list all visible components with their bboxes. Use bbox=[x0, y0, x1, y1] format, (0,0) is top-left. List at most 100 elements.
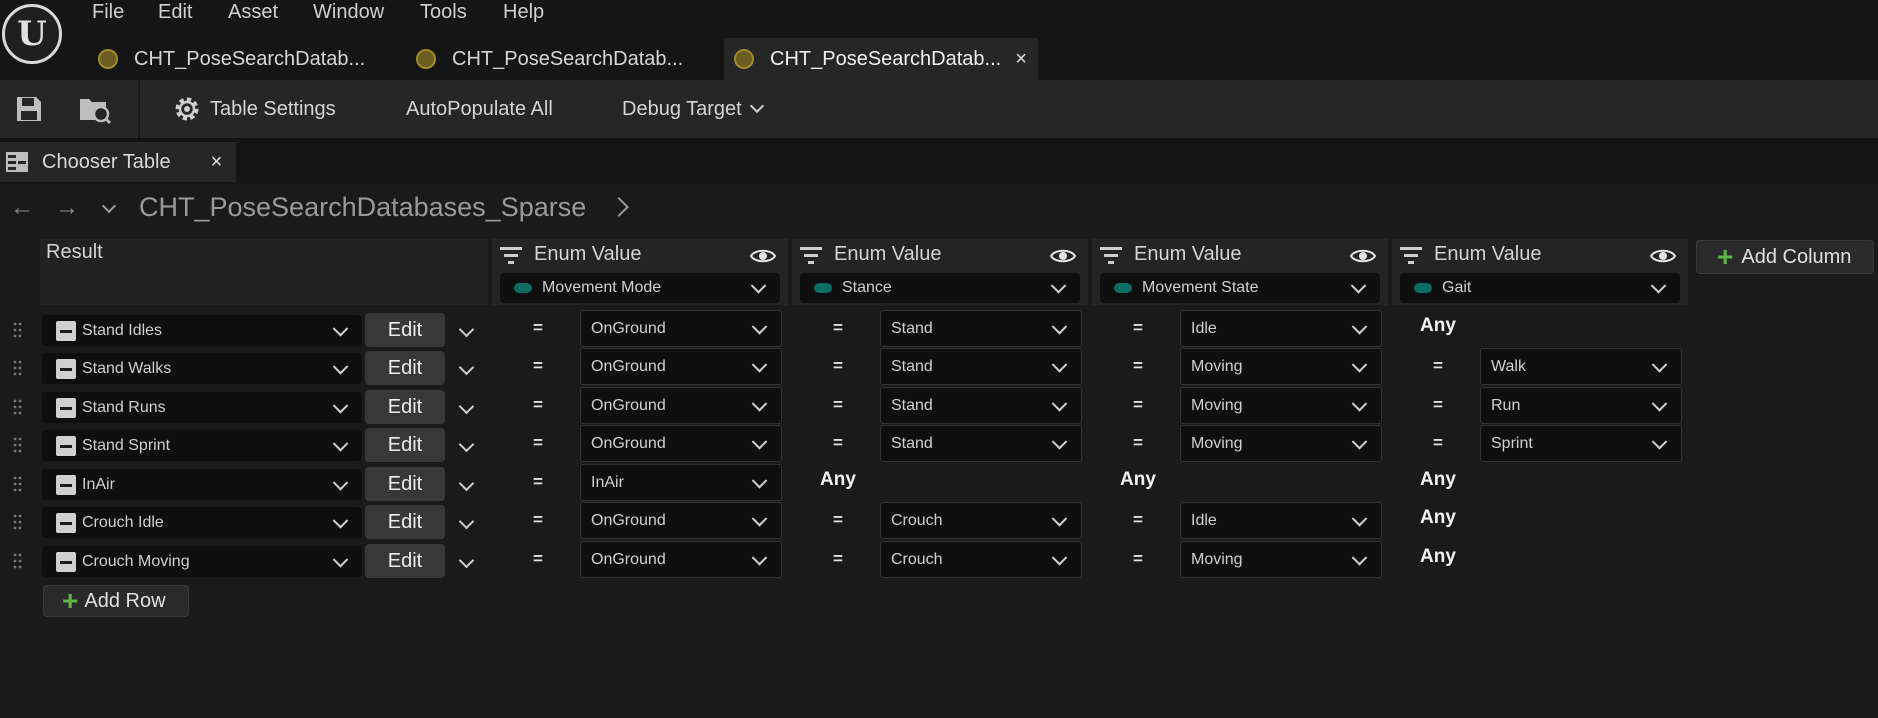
enum-value-select[interactable]: Moving bbox=[1180, 541, 1382, 578]
drag-handle-icon[interactable] bbox=[13, 359, 23, 379]
add-row-button[interactable]: + Add Row bbox=[43, 585, 189, 617]
result-asset-select[interactable]: Stand Runs bbox=[42, 392, 362, 423]
edit-button[interactable]: Edit bbox=[365, 505, 445, 539]
edit-button[interactable]: Edit bbox=[365, 467, 445, 501]
result-asset-select[interactable]: Stand Walks bbox=[42, 353, 362, 384]
any-value[interactable]: Any bbox=[1420, 315, 1456, 337]
edit-button[interactable]: Edit bbox=[365, 390, 445, 424]
edit-button[interactable]: Edit bbox=[365, 428, 445, 462]
drag-handle-icon[interactable] bbox=[13, 475, 23, 495]
enum-value-select[interactable]: OnGround bbox=[580, 310, 782, 347]
row-expand-chevron-icon[interactable] bbox=[458, 436, 475, 453]
eye-icon[interactable] bbox=[750, 247, 776, 265]
equals-operator[interactable]: = bbox=[828, 433, 848, 453]
enum-value-select[interactable]: Stand bbox=[880, 310, 1082, 347]
any-value[interactable]: Any bbox=[1420, 546, 1456, 568]
equals-operator[interactable]: = bbox=[1428, 356, 1448, 376]
menu-tools[interactable]: Tools bbox=[420, 0, 467, 26]
enum-value-select[interactable]: Idle bbox=[1180, 502, 1382, 539]
eye-icon[interactable] bbox=[1350, 247, 1376, 265]
row-expand-chevron-icon[interactable] bbox=[458, 552, 475, 569]
result-asset-select[interactable]: Crouch Moving bbox=[42, 546, 362, 577]
enum-value-select[interactable]: Stand bbox=[880, 387, 1082, 424]
equals-operator[interactable]: = bbox=[1428, 395, 1448, 415]
enum-value-select[interactable]: Moving bbox=[1180, 348, 1382, 385]
row-expand-chevron-icon[interactable] bbox=[458, 359, 475, 376]
equals-operator[interactable]: = bbox=[828, 356, 848, 376]
debug-target-dropdown[interactable]: Debug Target bbox=[622, 80, 764, 138]
equals-operator[interactable]: = bbox=[1428, 433, 1448, 453]
any-value[interactable]: Any bbox=[820, 469, 856, 491]
row-expand-chevron-icon[interactable] bbox=[458, 475, 475, 492]
menu-edit[interactable]: Edit bbox=[158, 0, 192, 26]
enum-value-select[interactable]: OnGround bbox=[580, 348, 782, 385]
drag-handle-icon[interactable] bbox=[13, 321, 23, 341]
enum-value-select[interactable]: Moving bbox=[1180, 425, 1382, 462]
back-arrow-icon[interactable]: ← bbox=[10, 194, 34, 222]
result-asset-select[interactable]: Stand Sprint bbox=[42, 430, 362, 461]
enum-value-select[interactable]: Sprint bbox=[1480, 425, 1682, 462]
drag-handle-icon[interactable] bbox=[13, 436, 23, 456]
drag-handle-icon[interactable] bbox=[13, 398, 23, 418]
enum-value-select[interactable]: OnGround bbox=[580, 502, 782, 539]
result-asset-select[interactable]: Stand Idles bbox=[42, 315, 362, 346]
eye-icon[interactable] bbox=[1050, 247, 1076, 265]
column-header-movement-mode[interactable]: Enum Value Movement Mode bbox=[492, 239, 788, 305]
equals-operator[interactable]: = bbox=[828, 318, 848, 338]
drag-handle-icon[interactable] bbox=[13, 552, 23, 572]
forward-arrow-icon[interactable]: → bbox=[55, 194, 79, 222]
menu-file[interactable]: File bbox=[92, 0, 124, 26]
enum-select[interactable]: Gait bbox=[1400, 273, 1680, 303]
edit-button[interactable]: Edit bbox=[365, 544, 445, 578]
enum-value-select[interactable]: Stand bbox=[880, 348, 1082, 385]
enum-value-select[interactable]: Stand bbox=[880, 425, 1082, 462]
enum-value-select[interactable]: OnGround bbox=[580, 387, 782, 424]
edit-button[interactable]: Edit bbox=[365, 351, 445, 385]
enum-value-select[interactable]: Moving bbox=[1180, 387, 1382, 424]
enum-value-select[interactable]: Crouch bbox=[880, 502, 1082, 539]
any-value[interactable]: Any bbox=[1120, 469, 1156, 491]
any-value[interactable]: Any bbox=[1420, 469, 1456, 491]
equals-operator[interactable]: = bbox=[528, 318, 548, 338]
equals-operator[interactable]: = bbox=[1128, 395, 1148, 415]
result-asset-select[interactable]: Crouch Idle bbox=[42, 507, 362, 538]
row-expand-chevron-icon[interactable] bbox=[458, 398, 475, 415]
enum-select[interactable]: Stance bbox=[800, 273, 1080, 303]
column-header-gait[interactable]: Enum Value Gait bbox=[1392, 239, 1688, 305]
equals-operator[interactable]: = bbox=[1128, 549, 1148, 569]
unreal-logo-icon[interactable]: U bbox=[2, 4, 62, 64]
document-tab-3-active[interactable]: CHT_PoseSearchDatab... × bbox=[724, 38, 1038, 80]
equals-operator[interactable]: = bbox=[528, 395, 548, 415]
equals-operator[interactable]: = bbox=[1128, 356, 1148, 376]
enum-value-select[interactable]: OnGround bbox=[580, 541, 782, 578]
edit-button[interactable]: Edit bbox=[365, 313, 445, 347]
close-icon[interactable]: × bbox=[211, 151, 223, 174]
equals-operator[interactable]: = bbox=[528, 510, 548, 530]
add-column-button[interactable]: + Add Column bbox=[1696, 240, 1874, 274]
row-expand-chevron-icon[interactable] bbox=[458, 321, 475, 338]
autopopulate-all-button[interactable]: AutoPopulate All bbox=[406, 80, 553, 138]
enum-value-select[interactable]: InAir bbox=[580, 464, 782, 501]
equals-operator[interactable]: = bbox=[528, 472, 548, 492]
equals-operator[interactable]: = bbox=[528, 549, 548, 569]
equals-operator[interactable]: = bbox=[528, 433, 548, 453]
enum-value-select[interactable]: Crouch bbox=[880, 541, 1082, 578]
enum-value-select[interactable]: Run bbox=[1480, 387, 1682, 424]
equals-operator[interactable]: = bbox=[528, 356, 548, 376]
column-header-stance[interactable]: Enum Value Stance bbox=[792, 239, 1088, 305]
equals-operator[interactable]: = bbox=[828, 395, 848, 415]
any-value[interactable]: Any bbox=[1420, 507, 1456, 529]
eye-icon[interactable] bbox=[1650, 247, 1676, 265]
document-tab-1[interactable]: CHT_PoseSearchDatab... bbox=[98, 38, 388, 80]
enum-select[interactable]: Movement Mode bbox=[500, 273, 780, 303]
enum-value-select[interactable]: OnGround bbox=[580, 425, 782, 462]
equals-operator[interactable]: = bbox=[1128, 318, 1148, 338]
equals-operator[interactable]: = bbox=[828, 510, 848, 530]
equals-operator[interactable]: = bbox=[1128, 433, 1148, 453]
enum-value-select[interactable]: Walk bbox=[1480, 348, 1682, 385]
equals-operator[interactable]: = bbox=[1128, 510, 1148, 530]
tab-chooser-table[interactable]: Chooser Table × bbox=[0, 142, 236, 182]
row-expand-chevron-icon[interactable] bbox=[458, 513, 475, 530]
menu-window[interactable]: Window bbox=[313, 0, 384, 26]
table-settings-button[interactable]: Table Settings bbox=[172, 80, 336, 138]
